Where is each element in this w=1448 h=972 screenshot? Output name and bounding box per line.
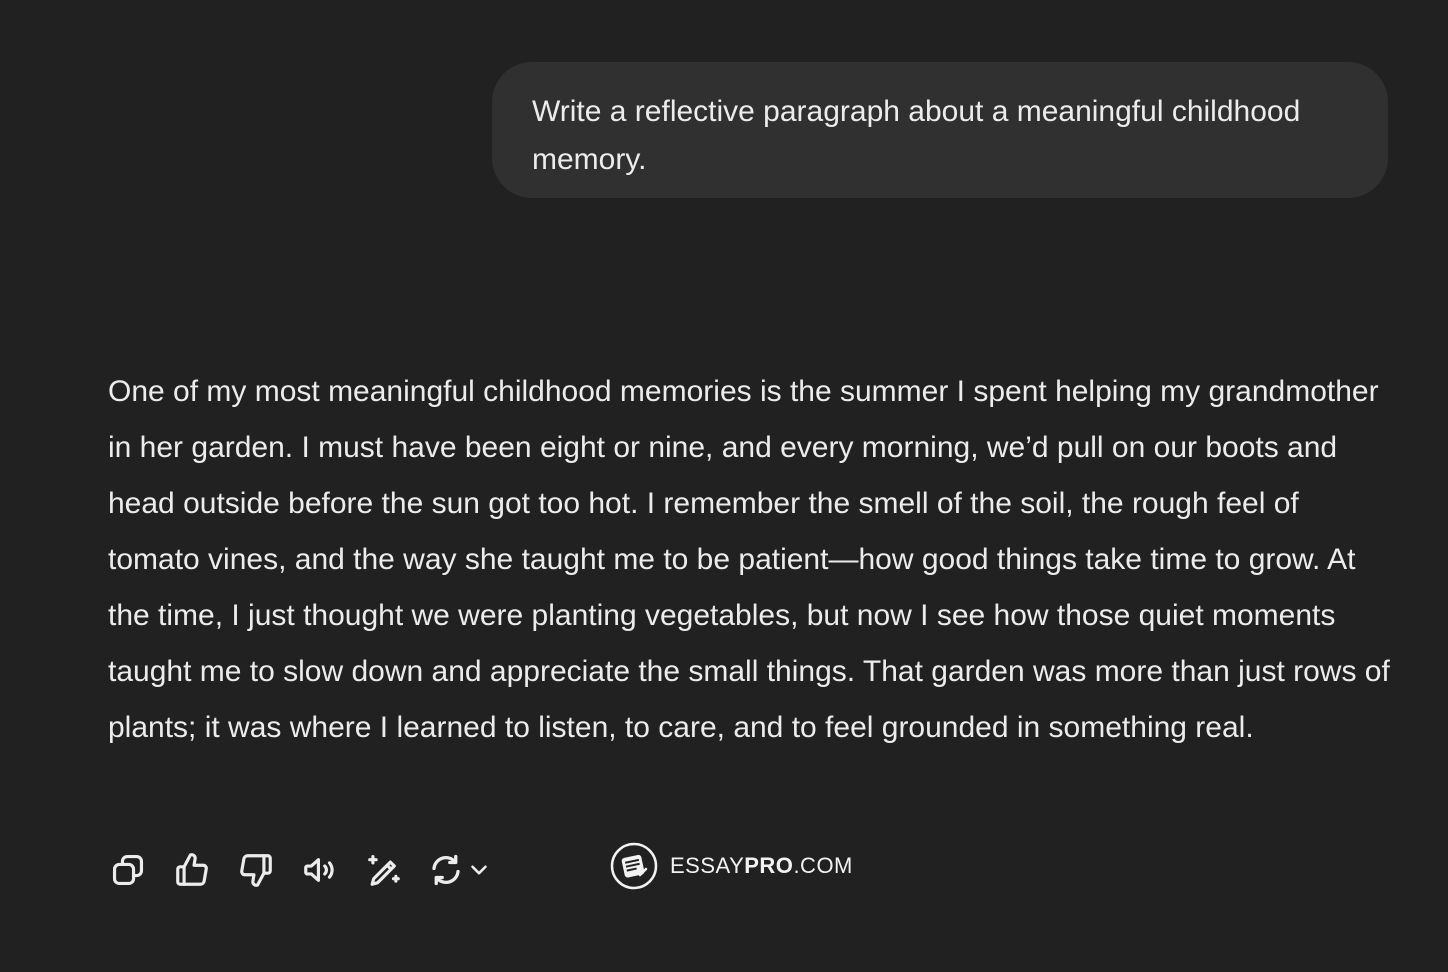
essaypro-wordmark: ESSAYPRO.COM	[670, 853, 853, 878]
user-message-text: Write a reflective paragraph about a mea…	[532, 95, 1301, 176]
read-aloud-button[interactable]	[300, 848, 340, 892]
chevron-down-icon	[471, 865, 487, 875]
assistant-message-text: One of my most meaningful childhood memo…	[108, 375, 1390, 744]
magic-pencil-icon	[368, 854, 400, 886]
essaypro-logo-icon	[610, 842, 658, 890]
thumbs-up-icon	[176, 853, 208, 886]
thumbs-down-button[interactable]	[236, 848, 276, 892]
edit-button[interactable]	[364, 848, 404, 892]
refresh-icon	[432, 854, 460, 886]
message-action-bar	[108, 848, 492, 892]
copy-button[interactable]	[108, 848, 148, 892]
essaypro-watermark: ESSAYPRO.COM	[610, 842, 853, 890]
thumbs-up-button[interactable]	[172, 848, 212, 892]
regenerate-button[interactable]	[428, 852, 492, 888]
speaker-icon	[304, 858, 334, 882]
thumbs-down-icon	[240, 854, 272, 887]
user-message-bubble: Write a reflective paragraph about a mea…	[492, 62, 1388, 198]
copy-icon	[112, 854, 144, 886]
